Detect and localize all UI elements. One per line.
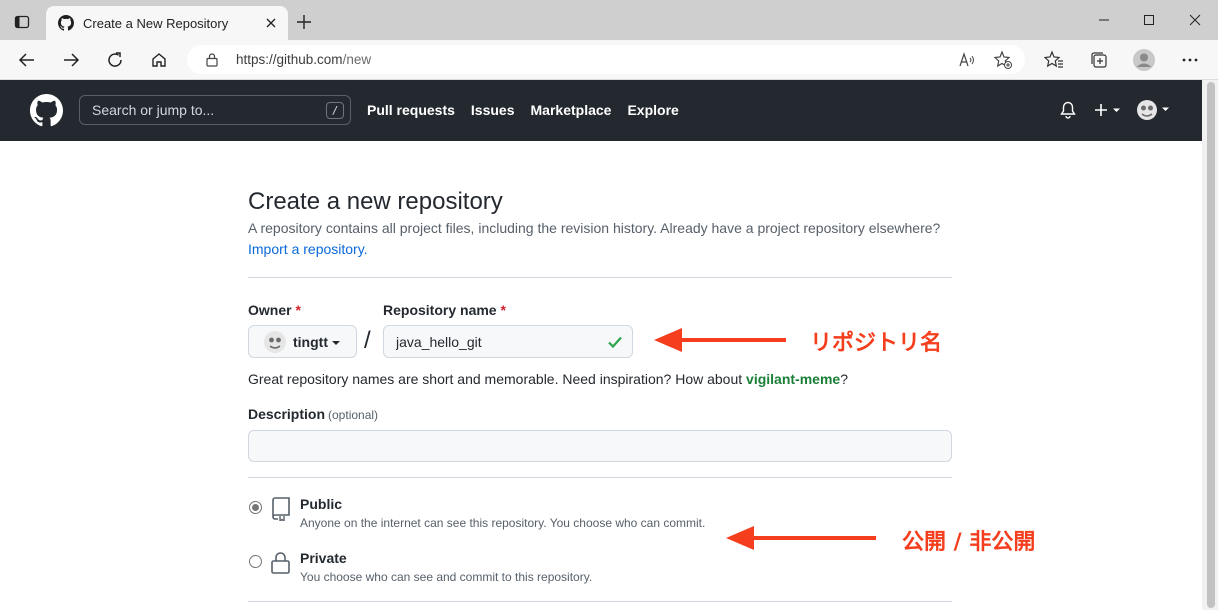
repo-name-label: Repository name *: [383, 302, 506, 318]
visibility-radio-private[interactable]: [249, 555, 262, 568]
search-shortcut-badge: /: [326, 102, 344, 119]
required-mark: *: [500, 302, 506, 318]
repo-name-label-text: Repository name: [383, 302, 497, 318]
create-new-icon[interactable]: [1094, 99, 1122, 121]
tab-title: Create a New Repository: [83, 15, 229, 31]
chevron-down-icon: [331, 340, 340, 345]
repo-book-icon: [270, 497, 292, 523]
page-description: A repository contains all project files,…: [248, 220, 941, 236]
url-path: /new: [342, 52, 372, 67]
url-text[interactable]: https://github.com/new: [236, 52, 371, 67]
add-favorite-icon[interactable]: [991, 48, 1015, 72]
browser-toolbar: https://github.com/new: [0, 40, 1218, 80]
reload-icon[interactable]: [101, 46, 129, 74]
visibility-annotation: 公開 / 非公開: [902, 530, 1036, 555]
page-title: Create a new repository: [248, 188, 503, 215]
nav-pull-requests[interactable]: Pull requests: [367, 102, 455, 118]
home-icon[interactable]: [145, 46, 173, 74]
bell-icon[interactable]: [1060, 99, 1076, 121]
suggested-name-link[interactable]: vigilant-meme: [746, 371, 840, 387]
more-menu-icon[interactable]: [1176, 46, 1204, 74]
owner-label-text: Owner: [248, 302, 292, 318]
minimize-icon[interactable]: [1088, 8, 1120, 32]
divider: [248, 277, 952, 278]
repo-name-annotation: リポジトリ名: [810, 331, 943, 356]
window-close-icon[interactable]: [1179, 8, 1211, 32]
favorites-icon[interactable]: [1040, 46, 1068, 74]
name-suggestion-hint: Great repository names are short and mem…: [248, 371, 848, 387]
required-mark: *: [295, 302, 301, 318]
optional-tag: (optional): [328, 408, 379, 422]
owner-avatar: [264, 330, 286, 353]
collections-icon[interactable]: [1085, 46, 1113, 74]
private-option-title: Private: [300, 550, 347, 566]
forward-arrow-icon[interactable]: [57, 46, 85, 74]
hint-suffix: ?: [840, 371, 848, 387]
new-tab-icon[interactable]: [292, 10, 316, 34]
browser-tab-active[interactable]: Create a New Repository: [46, 6, 288, 40]
public-option-title: Public: [300, 496, 343, 512]
profile-avatar-icon[interactable]: [1130, 46, 1158, 74]
read-aloud-icon[interactable]: [955, 48, 979, 72]
repository-name-input[interactable]: [383, 325, 633, 358]
owner-dropdown[interactable]: tingtt: [248, 325, 357, 358]
github-header: / Pull requests Issues Marketplace Explo…: [0, 80, 1202, 141]
visibility-radio-public[interactable]: [249, 501, 262, 514]
import-repository-link[interactable]: Import a repository.: [248, 241, 368, 257]
divider: [248, 601, 952, 602]
back-arrow-icon[interactable]: [13, 46, 41, 74]
arrow-left-icon: [654, 328, 786, 352]
url-host: https://github.com: [236, 52, 343, 67]
check-icon: [606, 333, 624, 351]
tab-close-icon[interactable]: [260, 12, 282, 34]
owner-repo-separator: /: [364, 327, 371, 354]
private-option-subtitle: You choose who can see and commit to thi…: [300, 570, 593, 584]
description-label-text: Description: [248, 406, 326, 422]
arrow-left-icon: [726, 526, 876, 550]
nav-explore[interactable]: Explore: [627, 102, 678, 118]
search-input[interactable]: [80, 96, 350, 124]
nav-marketplace[interactable]: Marketplace: [531, 102, 612, 118]
header-nav: Pull requests Issues Marketplace Explore: [367, 102, 679, 118]
address-bar[interactable]: https://github.com/new: [187, 45, 1025, 74]
browser-tab-strip: Create a New Repository: [0, 0, 1218, 40]
tab-actions-icon[interactable]: [8, 8, 36, 36]
user-avatar-menu-icon[interactable]: [1137, 99, 1171, 121]
search-box[interactable]: /: [79, 95, 351, 125]
public-option-subtitle: Anyone on the internet can see this repo…: [300, 516, 706, 530]
github-favicon-icon: [58, 15, 74, 31]
scrollbar-thumb[interactable]: [1207, 82, 1215, 608]
description-label: Description (optional): [248, 406, 378, 422]
description-input[interactable]: [248, 430, 952, 462]
maximize-icon[interactable]: [1133, 8, 1165, 32]
nav-issues[interactable]: Issues: [471, 102, 515, 118]
hint-text: Great repository names are short and mem…: [248, 371, 747, 387]
owner-name: tingtt: [293, 333, 328, 350]
owner-label: Owner *: [248, 302, 301, 318]
divider: [248, 477, 952, 478]
github-logo-icon[interactable]: [30, 94, 63, 127]
lock-icon[interactable]: [205, 52, 219, 67]
lock-icon: [270, 551, 292, 575]
